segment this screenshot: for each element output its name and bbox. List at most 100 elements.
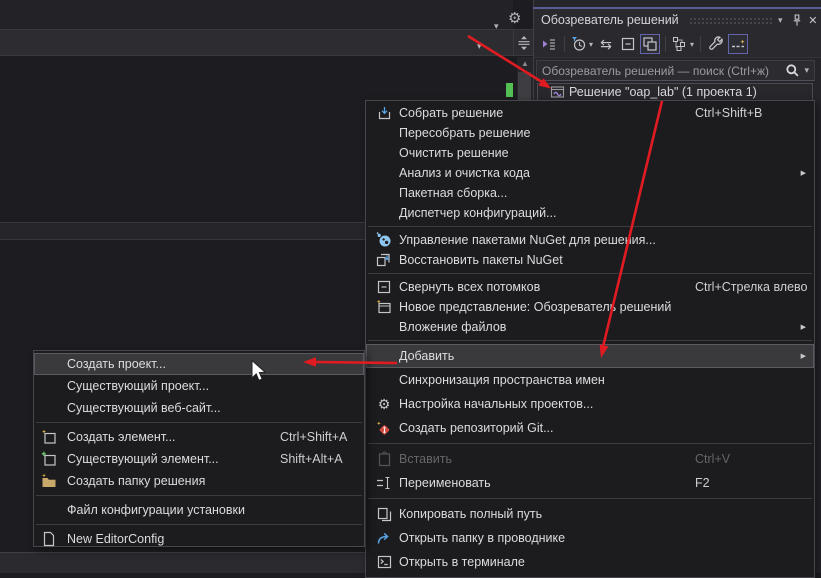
menu-separator (368, 273, 812, 274)
menu-separator (36, 524, 362, 525)
menu-separator (368, 340, 812, 341)
drag-texture (689, 17, 772, 24)
sync-icon: ⇆ (600, 37, 612, 51)
scrollbar-change-marker (506, 83, 513, 97)
menu-item-rebuild-solution[interactable]: Пересобрать решение (366, 123, 814, 143)
solution-tree-item[interactable]: Решение "oap_lab" (1 проекта 1) (537, 83, 813, 101)
editor-navigation-bar (0, 29, 533, 56)
submenu-item-new-item[interactable]: Создать элемент... Ctrl+Shift+A (34, 426, 364, 448)
sync-with-active-document-button[interactable]: ⇆ (596, 34, 616, 54)
search-placeholder: Обозреватель решений — поиск (Ctrl+ж) (542, 64, 785, 78)
show-all-files-button[interactable] (640, 34, 660, 54)
chevron-down-icon: ▾ (690, 40, 694, 49)
menu-separator (368, 443, 812, 444)
preview-selected-items-icon (730, 36, 746, 52)
new-folder-icon (41, 473, 57, 489)
menu-item-file-nesting[interactable]: Вложение файлов ▶ (366, 317, 814, 337)
toolbar-separator (700, 36, 701, 52)
submenu-arrow-icon: ▶ (801, 169, 806, 177)
menu-separator (36, 495, 362, 496)
chevron-down-icon: ▾ (778, 16, 783, 25)
menu-item-collapse-descendants[interactable]: Свернуть всех потомков Ctrl+Стрелка влев… (366, 277, 814, 297)
solution-label: Решение "oap_lab" (1 проекта 1) (569, 85, 757, 99)
paste-icon (376, 451, 392, 467)
menu-separator (368, 226, 812, 227)
toolbar-gear-icon[interactable]: ⚙ (508, 11, 521, 26)
add-submenu: Создать проект... Существующий проект...… (33, 350, 365, 547)
git-repository-icon (376, 420, 392, 436)
pin-button[interactable] (788, 12, 804, 28)
existing-item-icon (41, 451, 57, 467)
solution-context-menu: Собрать решение Ctrl+Shift+B Пересобрать… (365, 100, 815, 578)
submenu-item-existing-website[interactable]: Существующий веб-сайт... (34, 397, 364, 419)
gear-icon: ⚙ (376, 396, 392, 412)
solution-explorer-toolbar: ▾ ⇆ ▾ (534, 31, 821, 58)
collapse-all-button[interactable] (618, 34, 638, 54)
menu-item-create-git-repository[interactable]: Создать репозиторий Git... (366, 416, 814, 440)
split-grip-icon (517, 35, 531, 51)
menu-item-manage-nuget-packages[interactable]: Управление пакетами NuGet для решения... (366, 230, 814, 250)
chevron-down-icon: ▾ (589, 40, 593, 49)
menu-item-sync-namespaces[interactable]: Синхронизация пространства имен (366, 368, 814, 392)
menu-item-rename[interactable]: Переименовать F2 (366, 471, 814, 495)
new-window-icon (376, 299, 392, 315)
menu-item-new-view[interactable]: Новое представление: Обозреватель решени… (366, 297, 814, 317)
menu-item-open-folder-in-explorer[interactable]: Открыть папку в проводнике (366, 526, 814, 550)
new-item-icon (41, 429, 57, 445)
properties-button[interactable] (706, 34, 726, 54)
menu-item-code-analysis[interactable]: Анализ и очистка кода ▶ (366, 163, 814, 183)
panel-title: Обозреватель решений (541, 13, 679, 27)
menu-item-clean-solution[interactable]: Очистить решение (366, 143, 814, 163)
window-position-button[interactable]: ▾ (772, 12, 788, 28)
preview-selected-items-button[interactable] (728, 34, 748, 54)
rename-icon (376, 475, 392, 491)
submenu-item-existing-project[interactable]: Существующий проект... (34, 375, 364, 397)
submenu-item-installer-configuration-file[interactable]: Файл конфигурации установки (34, 499, 364, 521)
menu-item-open-in-terminal[interactable]: Открыть в терминале (366, 550, 814, 574)
terminal-icon (376, 554, 392, 570)
submenu-arrow-icon: ▶ (801, 323, 806, 331)
switch-views-icon (541, 36, 557, 52)
pin-icon (791, 14, 803, 27)
menu-item-add[interactable]: Добавить ▶ (366, 344, 814, 368)
editor-split-grip[interactable] (513, 30, 533, 55)
menu-item-copy-full-path[interactable]: Копировать полный путь (366, 502, 814, 526)
submenu-item-new-solution-folder[interactable]: Создать папку решения (34, 470, 364, 492)
menu-item-build-solution[interactable]: Собрать решение Ctrl+Shift+B (366, 103, 814, 123)
submenu-item-new-project[interactable]: Создать проект... (34, 353, 364, 375)
close-button[interactable]: ✕ (805, 12, 821, 28)
search-box[interactable]: Обозреватель решений — поиск (Ctrl+ж) ▾ (536, 60, 815, 81)
collapse-all-icon (620, 36, 636, 52)
search-options-chevron-icon[interactable]: ▾ (804, 66, 809, 75)
submenu-item-new-editorconfig[interactable]: New EditorConfig (34, 528, 364, 550)
menu-item-set-startup-projects[interactable]: ⚙ Настройка начальных проектов... (366, 392, 814, 416)
toolbar-separator (564, 36, 565, 52)
solution-icon (550, 85, 565, 99)
document-icon (41, 531, 57, 547)
scrollbar-up-arrow-icon[interactable]: ▲ (519, 58, 531, 69)
navbar-dropdown-chevron-icon[interactable]: ▾ (477, 36, 482, 54)
hierarchy-icon (672, 36, 688, 52)
view-hierarchy-button[interactable]: ▾ (671, 34, 695, 54)
show-all-files-icon (642, 36, 658, 52)
toolbar-separator (665, 36, 666, 52)
search-icon[interactable] (785, 63, 800, 78)
wrench-icon (708, 36, 724, 52)
switch-views-button[interactable] (539, 34, 559, 54)
menu-item-restore-nuget-packages[interactable]: Восстановить пакеты NuGet (366, 250, 814, 270)
menu-item-batch-build[interactable]: Пакетная сборка... (366, 183, 814, 203)
filter-clock-icon (571, 36, 587, 52)
editor-top-bar (0, 0, 513, 29)
nuget-restore-icon (376, 252, 392, 268)
menu-item-paste[interactable]: Вставить Ctrl+V (366, 447, 814, 471)
submenu-item-existing-item[interactable]: Существующий элемент... Shift+Alt+A (34, 448, 364, 470)
open-external-arrow-icon (376, 530, 392, 546)
scrollbar-thumb[interactable] (518, 72, 531, 100)
pending-changes-filter-button[interactable]: ▾ (570, 34, 594, 54)
menu-separator (368, 498, 812, 499)
nuget-icon (376, 232, 392, 248)
collapse-icon (376, 279, 392, 295)
submenu-arrow-icon: ▶ (801, 352, 806, 360)
solution-explorer-header[interactable]: Обозреватель решений ▾ ✕ (534, 9, 821, 31)
menu-item-configuration-manager[interactable]: Диспетчер конфигураций... (366, 203, 814, 223)
